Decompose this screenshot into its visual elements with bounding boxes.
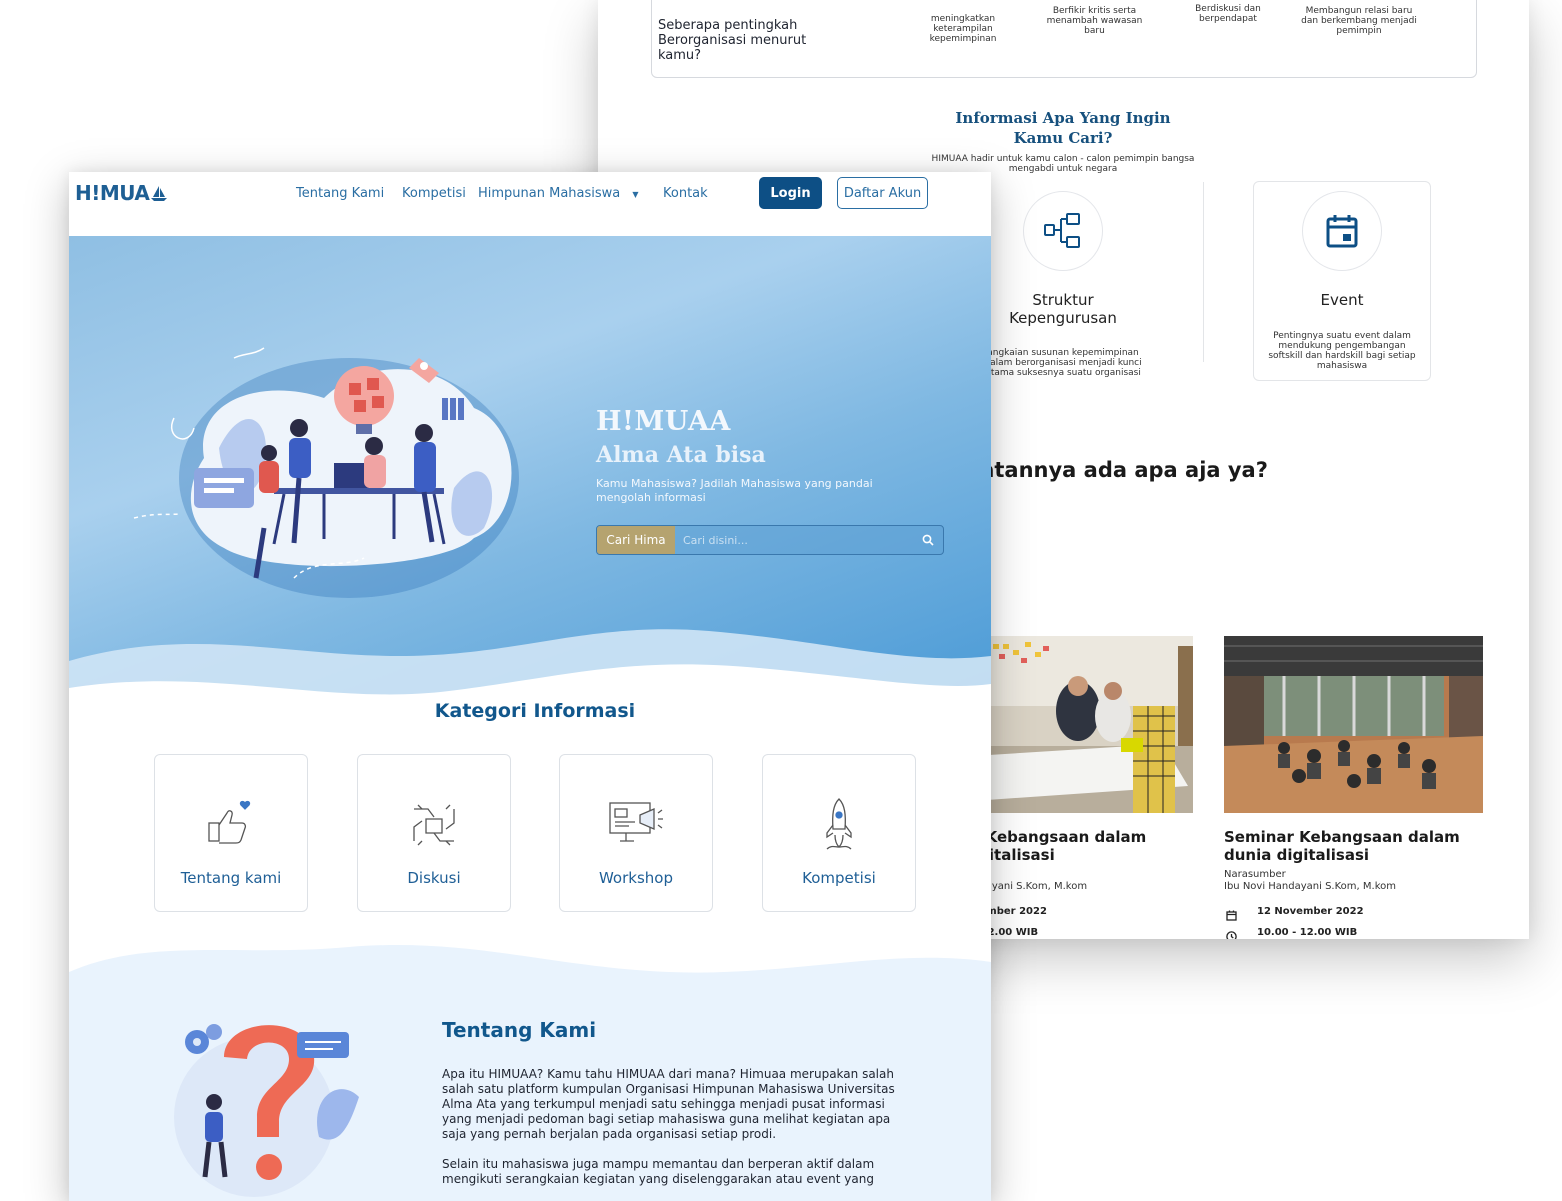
categories-title: Kategori Informasi: [434, 700, 636, 722]
hero-description: Kamu Mahasiswa? Jadilah Mahasiswa yang p…: [596, 477, 873, 504]
hero-title: H!MUAA: [596, 406, 731, 437]
calendar-icon: [1226, 906, 1237, 925]
team-illustration: [133, 347, 519, 598]
survey-option[interactable]: Berfikir kritis serta menambah wawasan b…: [1042, 6, 1147, 36]
feature-title: Event: [1320, 291, 1364, 309]
search-icon[interactable]: [913, 526, 943, 554]
hands-teamwork-icon: [413, 804, 455, 846]
category-label: Diskusi: [407, 869, 461, 887]
chevron-down-icon: ▼: [632, 190, 639, 199]
event-title[interactable]: Seminar Kebangsaan dalam dunia digitalis…: [1224, 828, 1464, 864]
thumbs-up-icon: [208, 800, 251, 844]
category-card-tentang-kami[interactable]: Tentang kami: [154, 754, 308, 912]
survey-option[interactable]: Membangun relasi baru dan berkembang men…: [1298, 6, 1420, 36]
logo-text: H!MUA: [75, 181, 150, 205]
nav-himpunan-label: Himpunan Mahasiswa: [478, 186, 621, 201]
login-button[interactable]: Login: [759, 177, 822, 209]
event-photo[interactable]: [1224, 636, 1483, 813]
rocket-icon: [826, 798, 852, 850]
search-category-button[interactable]: Cari Hima: [597, 526, 675, 554]
nav-himpunan-mahasiswa[interactable]: Himpunan Mahasiswa ▼: [478, 186, 639, 201]
hierarchy-icon: [1023, 191, 1103, 271]
about-paragraph: Selain itu mahasiswa juga mampu memantau…: [442, 1157, 875, 1186]
event-title[interactable]: r Kebangsaan dalam igitalisasi: [973, 828, 1173, 864]
category-label: Kompetisi: [802, 869, 876, 887]
survey-option[interactable]: Berdiskusi dan berpendapat: [1188, 4, 1268, 24]
event-time: 10.00 - 12.00 WIB: [1257, 927, 1358, 938]
survey-option[interactable]: meningkatkan keterampilan kepemimpinan: [923, 14, 1003, 44]
search-input[interactable]: [675, 526, 913, 554]
survey-question: Seberapa pentingkah Berorganisasi menuru…: [658, 18, 807, 63]
event-speaker-label: Narasumber: [1224, 869, 1286, 880]
about-body: Apa itu HIMUAA? Kamu tahu HIMUAA dari ma…: [442, 1067, 912, 1187]
info-section-title: Informasi Apa Yang Ingin Kamu Cari?: [955, 109, 1171, 147]
monitor-megaphone-icon: [609, 802, 663, 842]
calendar-icon: [1302, 191, 1382, 271]
event-speaker: Ibu Novi Handayani S.Kom, M.kom: [1224, 881, 1396, 892]
register-button[interactable]: Daftar Akun: [837, 177, 928, 209]
question-illustration: [174, 1024, 359, 1197]
nav-kompetisi[interactable]: Kompetisi: [402, 186, 466, 201]
feature-description: Pentingnya suatu event dalam mendukung p…: [1268, 331, 1416, 371]
category-label: Tentang kami: [180, 869, 282, 887]
sailboat-icon: [151, 186, 168, 201]
hero-subtitle: Alma Ata bisa: [596, 442, 766, 468]
nav-tentang-kami[interactable]: Tentang Kami: [296, 186, 384, 201]
logo[interactable]: H!MUA: [75, 181, 168, 205]
feature-description: angkaian susunan kepemimpinan dalam bero…: [984, 348, 1142, 378]
navbar: H!MUA Tentang Kami Kompetisi Himpunan Ma…: [69, 172, 991, 236]
feature-title: Struktur Kepengurusan: [1009, 291, 1117, 327]
category-card-workshop[interactable]: Workshop: [559, 754, 713, 912]
event-date: 12 November 2022: [1257, 906, 1364, 917]
event-photo[interactable]: [973, 636, 1193, 813]
category-label: Workshop: [598, 869, 673, 887]
about-title: Tentang Kami: [442, 1018, 597, 1042]
category-card-kompetisi[interactable]: Kompetisi: [762, 754, 916, 912]
clock-icon: [1226, 927, 1237, 939]
nav-kontak[interactable]: Kontak: [663, 186, 708, 201]
activities-heading: iatannya ada apa aja ya?: [973, 458, 1268, 482]
about-paragraph: Apa itu HIMUAA? Kamu tahu HIMUAA dari ma…: [442, 1067, 895, 1141]
search-bar: Cari Hima: [596, 525, 944, 555]
hero-section: H!MUAA Alma Ata bisa Kamu Mahasiswa? Jad…: [69, 236, 991, 706]
divider: [1203, 182, 1204, 362]
front-page-screenshot: H!MUAA Alma Ata bisa Kamu Mahasiswa? Jad…: [69, 172, 991, 1201]
category-card-diskusi[interactable]: Diskusi: [357, 754, 511, 912]
info-section-subtitle: HIMUAA hadir untuk kamu calon - calon pe…: [931, 154, 1195, 174]
